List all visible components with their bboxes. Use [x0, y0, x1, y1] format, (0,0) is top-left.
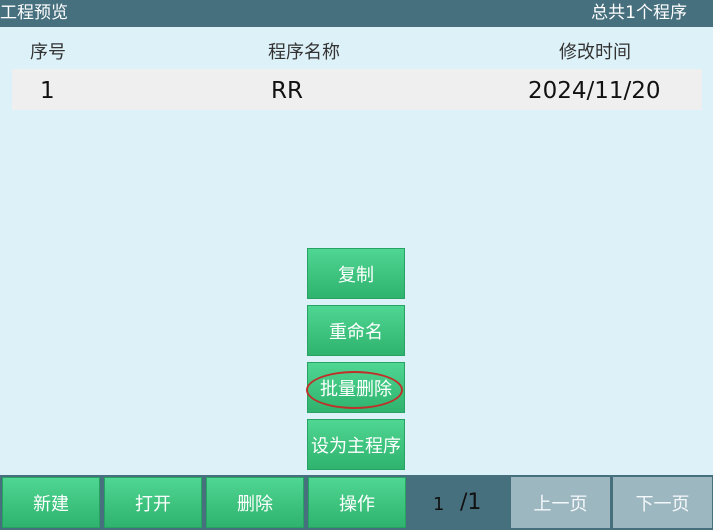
copy-button[interactable]: 复制	[307, 248, 405, 299]
row-modified-time: 2024/11/20	[528, 78, 661, 104]
row-seq: 1	[40, 78, 55, 104]
column-header-seq: 序号	[30, 42, 66, 63]
operate-button[interactable]: 操作	[308, 477, 406, 528]
set-main-program-button[interactable]: 设为主程序	[307, 419, 405, 470]
batch-delete-button[interactable]: 批量删除	[307, 362, 405, 413]
program-count: 总共1个程序	[591, 3, 687, 23]
delete-button[interactable]: 删除	[206, 477, 304, 528]
row-program-name: RR	[271, 78, 303, 104]
bottom-toolbar: 新建 打开 删除 操作 上一页 下一页	[0, 475, 713, 530]
current-page: 1	[433, 494, 445, 515]
open-button[interactable]: 打开	[104, 477, 202, 528]
next-page-button[interactable]: 下一页	[613, 477, 712, 528]
new-button[interactable]: 新建	[2, 477, 100, 528]
rename-button[interactable]: 重命名	[307, 305, 405, 356]
column-header-name: 程序名称	[268, 42, 340, 63]
page-title: 工程预览	[0, 3, 68, 23]
total-pages: /1	[460, 490, 482, 515]
table-row[interactable]: 1 RR 2024/11/20	[12, 69, 702, 110]
prev-page-button[interactable]: 上一页	[511, 477, 610, 528]
column-header-time: 修改时间	[559, 42, 631, 63]
title-bar: 工程预览 总共1个程序	[0, 0, 713, 27]
